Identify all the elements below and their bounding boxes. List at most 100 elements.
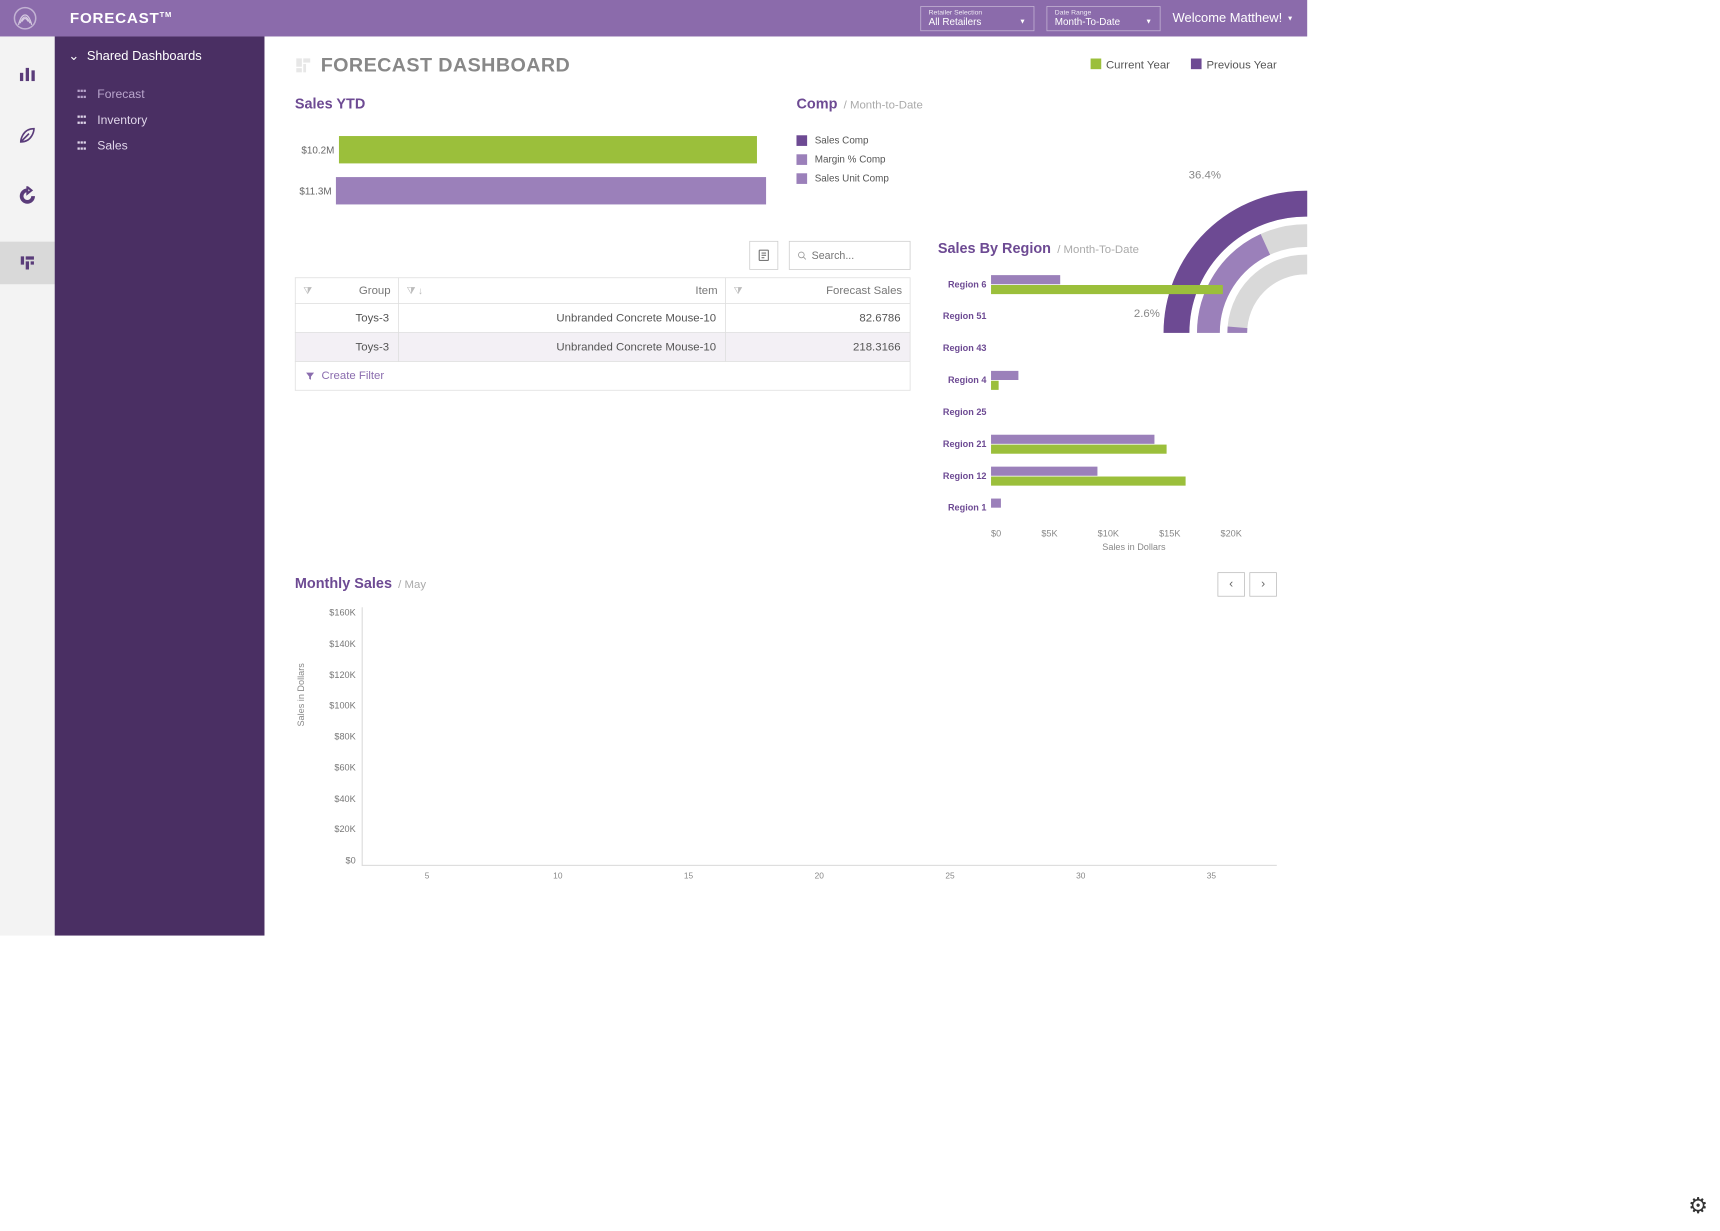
settings-gear-icon[interactable]: ⚙ xyxy=(1688,1193,1708,1219)
main-content: FORECAST DASHBOARD Current Year Previous… xyxy=(264,36,1307,935)
monthly-title: Monthly Sales xyxy=(295,576,392,592)
axis-tick: $10K xyxy=(1098,528,1119,539)
ytd-bar-label: $10.2M xyxy=(295,144,339,155)
sales-ytd-title: Sales YTD xyxy=(295,97,766,114)
y-tick: $100K xyxy=(318,700,356,711)
region-bar-prev xyxy=(991,434,1154,443)
export-button[interactable] xyxy=(749,241,778,270)
x-tick: 20 xyxy=(754,872,885,881)
region-label: Region 51 xyxy=(938,311,991,322)
logo-icon xyxy=(14,7,37,30)
sidebar-header[interactable]: ⌄ Shared Dashboards xyxy=(55,36,265,76)
comp-legend-item: Sales Comp xyxy=(796,135,1222,146)
column-label: Forecast Sales xyxy=(826,284,902,297)
table-header[interactable]: ⧩ ↓Item xyxy=(399,278,726,304)
x-tick: 10 xyxy=(492,872,623,881)
table-row[interactable]: Toys-3Unbranded Concrete Mouse-1082.6786 xyxy=(295,304,910,333)
table-header[interactable]: ⧩ Forecast Sales xyxy=(726,278,911,304)
month-next-button[interactable]: › xyxy=(1249,572,1276,596)
cell-item: Unbranded Concrete Mouse-10 xyxy=(399,333,726,362)
nav-dashboard-icon[interactable] xyxy=(0,242,55,285)
filter-icon: ⧩ xyxy=(734,285,743,297)
month-prev-button[interactable]: ‹ xyxy=(1218,572,1245,596)
axis-tick: $15K xyxy=(1159,528,1180,539)
region-bar-cur xyxy=(991,380,999,389)
comp-title: Comp xyxy=(796,97,837,113)
user-menu[interactable]: Welcome Matthew! ▼ xyxy=(1173,11,1294,26)
comp-panel: Comp / Month-to-Date Sales CompMargin % … xyxy=(796,97,1222,219)
table-row[interactable]: Toys-3Unbranded Concrete Mouse-10218.316… xyxy=(295,333,910,362)
brand-title: FORECASTTM xyxy=(70,10,172,27)
y-tick: $120K xyxy=(318,669,356,680)
legend-swatch xyxy=(796,154,807,165)
welcome-text: Welcome Matthew! xyxy=(1173,11,1283,26)
nav-leaf-icon[interactable] xyxy=(12,120,42,150)
y-tick: $0 xyxy=(318,855,356,866)
nav-rail xyxy=(0,36,55,935)
nav-analytics-icon[interactable] xyxy=(12,59,42,89)
region-bar-prev xyxy=(991,275,1060,284)
create-filter-button[interactable]: Create Filter xyxy=(295,362,911,391)
y-tick: $40K xyxy=(318,793,356,804)
cell-forecast: 218.3166 xyxy=(726,333,911,362)
gauge-label-1: 36.4% xyxy=(1189,169,1221,182)
daterange-selector-value: Month-To-Date xyxy=(1055,16,1120,27)
app-header: FORECASTTM Retailer Selection All Retail… xyxy=(0,0,1307,36)
region-label: Region 12 xyxy=(938,470,991,481)
retailer-selector[interactable]: Retailer Selection All Retailers▼ xyxy=(920,6,1034,31)
region-row: Region 12 xyxy=(938,460,1242,492)
comp-legend-item: Margin % Comp xyxy=(796,154,1222,165)
cell-group: Toys-3 xyxy=(295,304,398,333)
x-tick: 25 xyxy=(885,872,1016,881)
monthly-ylabel: Sales in Dollars xyxy=(296,663,307,726)
region-label: Region 21 xyxy=(938,439,991,450)
sidebar-header-label: Shared Dashboards xyxy=(87,49,202,64)
legend-previous-label: Previous Year xyxy=(1206,59,1276,72)
axis-tick: $0 xyxy=(991,528,1001,539)
filter-icon: ⧩ xyxy=(303,285,312,297)
region-bar-cur xyxy=(991,444,1167,453)
daterange-selector[interactable]: Date Range Month-To-Date▼ xyxy=(1046,6,1160,31)
search-icon xyxy=(797,250,807,261)
table-header[interactable]: ⧩Group xyxy=(295,278,398,304)
legend-label: Margin % Comp xyxy=(815,154,886,165)
ytd-bar-label: $11.3M xyxy=(295,185,336,196)
x-tick: 35 xyxy=(1146,872,1277,881)
sidebar-item-label: Inventory xyxy=(97,114,147,128)
cell-forecast: 82.6786 xyxy=(726,304,911,333)
sidebar-item-inventory[interactable]: Inventory xyxy=(55,108,265,134)
region-label: Region 43 xyxy=(938,343,991,354)
retailer-selector-label: Retailer Selection xyxy=(929,8,1026,16)
sidebar-item-sales[interactable]: Sales xyxy=(55,134,265,160)
sidebar-item-forecast[interactable]: Forecast xyxy=(55,82,265,108)
cell-group: Toys-3 xyxy=(295,333,398,362)
region-label: Region 4 xyxy=(938,375,991,386)
x-tick: 30 xyxy=(1015,872,1146,881)
monthly-chart: Sales in Dollars $160K$140K$120K$100K$80… xyxy=(318,607,1277,881)
chevron-down-icon: ▼ xyxy=(1287,14,1294,22)
region-row: Region 4 xyxy=(938,364,1242,396)
legend-label: Sales Unit Comp xyxy=(815,173,889,184)
region-bar-prev xyxy=(991,466,1098,475)
comp-legend-item: Sales Unit Comp xyxy=(796,173,1222,184)
ytd-bar xyxy=(336,177,766,204)
x-tick: 15 xyxy=(623,872,754,881)
x-tick: 5 xyxy=(362,872,493,881)
search-input[interactable] xyxy=(812,249,902,261)
region-label: Region 25 xyxy=(938,407,991,418)
nav-refresh-icon[interactable] xyxy=(12,181,42,211)
region-bar-cur xyxy=(991,476,1185,485)
y-tick: $20K xyxy=(318,824,356,835)
region-bar-prev xyxy=(991,498,1001,507)
ytd-bar xyxy=(339,136,757,163)
dashboard-icon xyxy=(295,57,312,74)
cell-item: Unbranded Concrete Mouse-10 xyxy=(399,304,726,333)
region-row: Region 21 xyxy=(938,428,1242,460)
region-row: Region 1 xyxy=(938,492,1242,524)
sidebar-item-label: Sales xyxy=(97,140,127,154)
filter-icon: ⧩ ↓ xyxy=(407,285,424,297)
search-box[interactable] xyxy=(789,241,911,270)
sales-by-region-panel: Sales By Region / Month-To-Date Region 6… xyxy=(938,241,1277,553)
region-row: Region 25 xyxy=(938,396,1242,428)
sidebar: ⌄ Shared Dashboards Forecast Inventory Sal… xyxy=(55,36,265,935)
